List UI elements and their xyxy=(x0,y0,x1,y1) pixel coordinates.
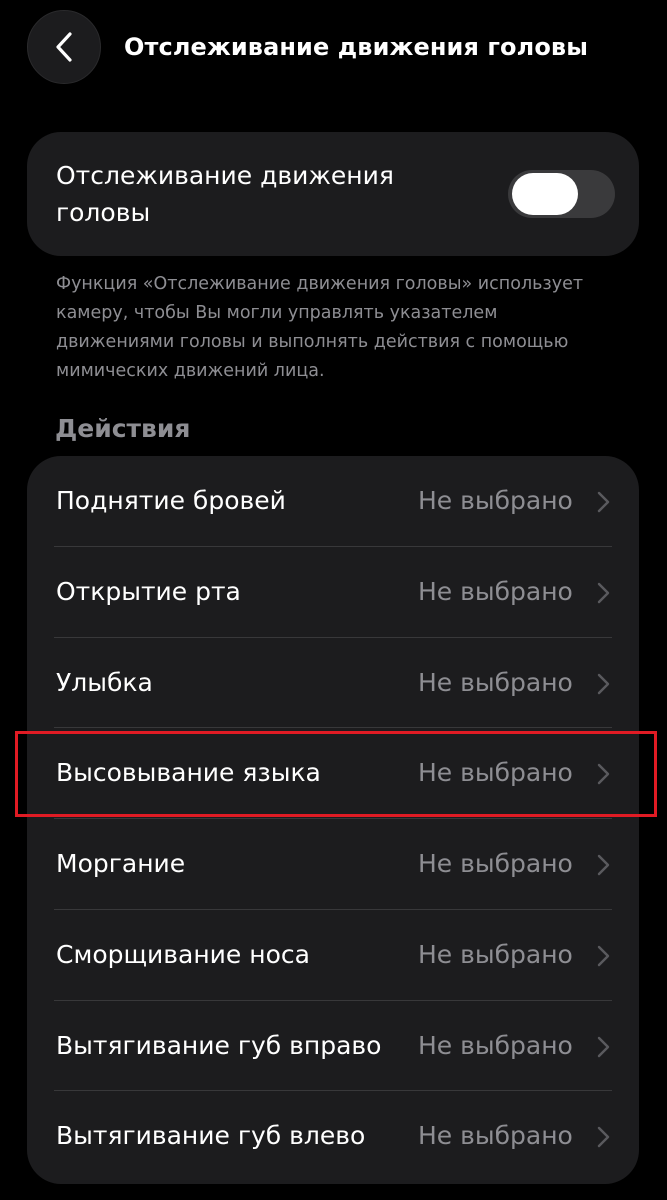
actions-section-title: Действия xyxy=(55,414,191,443)
action-row-eyebrows[interactable]: Поднятие бровей Не выбрано xyxy=(27,456,639,546)
chevron-right-icon xyxy=(597,1126,610,1148)
action-value: Не выбрано xyxy=(418,1031,573,1060)
action-label: Моргание xyxy=(56,849,186,878)
chevron-right-icon xyxy=(597,1036,610,1058)
action-value: Не выбрано xyxy=(418,1121,573,1150)
chevron-right-icon xyxy=(597,673,610,695)
action-row-blink[interactable]: Моргание Не выбрано xyxy=(27,819,639,909)
action-value: Не выбрано xyxy=(418,486,573,515)
chevron-left-icon xyxy=(56,32,72,62)
head-tracking-switch[interactable] xyxy=(508,170,615,218)
switch-knob xyxy=(512,173,578,215)
feature-description: Функция «Отслеживание движения головы» и… xyxy=(56,274,584,381)
action-row-lips-right[interactable]: Вытягивание губ вправо Не выбрано xyxy=(27,1001,639,1091)
chevron-right-icon xyxy=(597,854,610,876)
action-label: Поднятие бровей xyxy=(56,486,286,515)
action-row-nose[interactable]: Сморщивание носа Не выбрано xyxy=(27,910,639,1000)
action-row-lips-left[interactable]: Вытягивание губ влево Не выбрано xyxy=(27,1091,639,1181)
action-value: Не выбрано xyxy=(418,940,573,969)
navigation-bar: Отслеживание движения головы xyxy=(0,0,667,100)
actions-list: Поднятие бровей Не выбрано Открытие рта … xyxy=(27,456,639,1184)
action-label: Улыбка xyxy=(56,668,153,697)
action-row-mouth[interactable]: Открытие рта Не выбрано xyxy=(27,547,639,637)
action-label: Сморщивание носа xyxy=(56,940,310,969)
action-value: Не выбрано xyxy=(418,668,573,697)
back-button[interactable] xyxy=(27,10,101,84)
action-label: Вытягивание губ влево xyxy=(56,1121,366,1150)
action-label: Вытягивание губ вправо xyxy=(56,1031,382,1060)
head-tracking-toggle-label: Отслеживание движения головы xyxy=(56,161,394,227)
action-label: Открытие рта xyxy=(56,577,241,606)
action-row-smile[interactable]: Улыбка Не выбрано xyxy=(27,638,639,728)
chevron-right-icon xyxy=(597,945,610,967)
action-value: Не выбрано xyxy=(418,849,573,878)
highlight-box xyxy=(15,731,657,817)
page-title: Отслеживание движения головы xyxy=(124,33,589,61)
action-value: Не выбрано xyxy=(418,577,573,606)
chevron-right-icon xyxy=(597,491,610,513)
chevron-right-icon xyxy=(597,582,610,604)
